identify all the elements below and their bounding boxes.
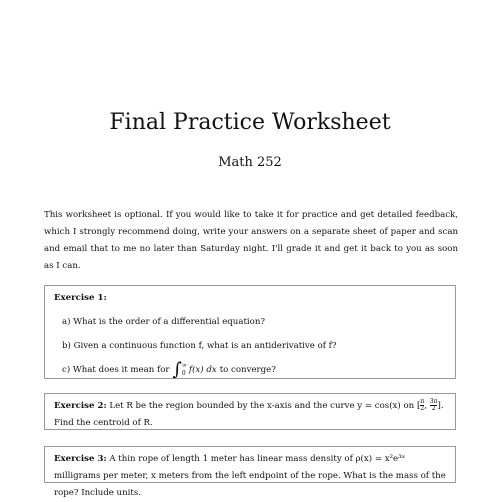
exercise-2-box: Exercise 2: Let R be the region bounded …: [44, 393, 456, 430]
exercise-3-label: Exercise 3:: [54, 454, 107, 464]
item-c-suffix: to converge?: [219, 364, 276, 375]
exercise-1-item-b: b) Given a continuous function f, what i…: [62, 341, 337, 351]
integral-upper-limit: ∞: [181, 362, 187, 369]
exercise-1-label: Exercise 1:: [54, 293, 107, 303]
page-subtitle: Math 252: [218, 155, 282, 170]
intro-paragraph: This worksheet is optional. If you would…: [44, 210, 458, 271]
item-c-prefix: c) What does it mean for: [62, 364, 170, 375]
integral-sign: ∫: [172, 359, 182, 380]
exercise-1-item-c: c) What does it mean for ∫ ∞ 0 f(x) dx t…: [62, 361, 446, 379]
exercise-2-text-before: Let R be the region bounded by the x-axi…: [109, 401, 415, 411]
integral-expression: ∫ ∞ 0 f(x) dx: [173, 361, 217, 379]
integral-lower-limit: 0: [181, 370, 186, 377]
integrand: f(x) dx: [188, 364, 217, 375]
interval-separator: ,: [424, 401, 427, 411]
exercise-2-label: Exercise 2:: [54, 401, 107, 411]
exercise-3-box: Exercise 3: A thin rope of length 1 mete…: [44, 446, 456, 498]
exercise-1-box: Exercise 1: a) What is the order of a di…: [44, 285, 456, 379]
exercise-1-items: a) What is the order of a differential e…: [54, 314, 446, 379]
integral-limits: ∞ 0: [182, 362, 187, 378]
exercise-1-item-a: a) What is the order of a differential e…: [62, 317, 265, 327]
page-title: Final Practice Worksheet: [109, 110, 391, 135]
exercise-3-text: A thin rope of length 1 meter has linear…: [54, 454, 446, 498]
